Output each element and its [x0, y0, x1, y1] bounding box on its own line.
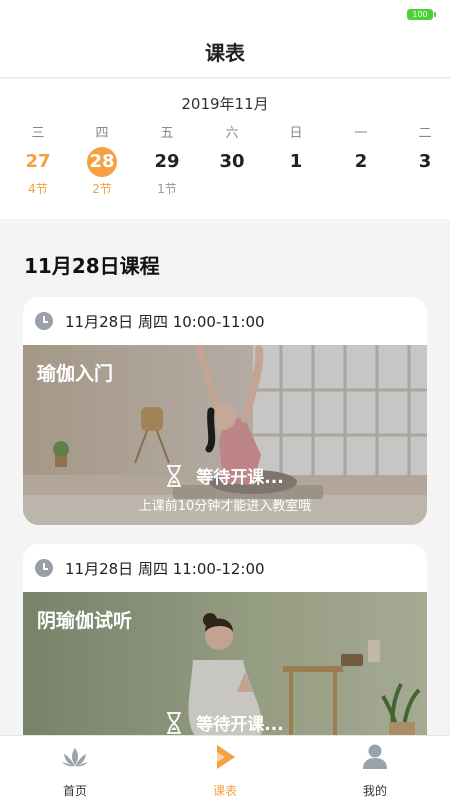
- calendar-day-27[interactable]: 三 27 4节: [13, 125, 63, 197]
- date-number: 2: [354, 151, 368, 172]
- hourglass-icon: [167, 465, 182, 487]
- course-card[interactable]: 11月28日 周四 10:00-11:00 瑜伽入门 等待开课... 上课前10…: [23, 297, 427, 525]
- tab-label: 课表: [212, 784, 237, 798]
- course-cover-image[interactable]: 瑜伽入门 等待开课... 上课前10分钟才能进入教室哦: [23, 345, 427, 525]
- class-count: [400, 181, 450, 197]
- weekday-label: 二: [418, 126, 432, 141]
- class-count: 1节: [157, 182, 177, 196]
- date-number: 27: [25, 151, 51, 172]
- week-calendar: 2019年11月 三 27 4节 四 28 2节 五 29 1节 六 30 日 …: [0, 79, 450, 219]
- waiting-status: 等待开课...: [23, 463, 427, 488]
- course-card[interactable]: 11月28日 周四 11:00-12:00 阴瑜伽试听 等待开课...: [23, 544, 427, 735]
- date-number: 3: [418, 151, 432, 172]
- app-header: 课表: [0, 28, 450, 78]
- page-title: 课表: [205, 41, 245, 65]
- status-bar: 100: [0, 0, 450, 28]
- class-count: [336, 181, 386, 197]
- user-icon: [363, 744, 387, 769]
- course-cover-image[interactable]: 阴瑜伽试听 等待开课...: [23, 592, 427, 735]
- waiting-text: 等待开课...: [196, 468, 284, 488]
- waiting-status: 等待开课...: [23, 710, 427, 735]
- date-number: 1: [289, 151, 303, 172]
- weekday-label: 一: [354, 126, 368, 141]
- entry-hint: 上课前10分钟才能进入教室哦: [138, 499, 312, 514]
- clock-icon: [35, 559, 53, 577]
- tab-home[interactable]: 首页: [35, 742, 115, 799]
- date-number-selected: 28: [87, 147, 117, 177]
- course-time-row: 11月28日 周四 10:00-11:00: [23, 297, 427, 345]
- tab-label: 我的: [362, 784, 387, 798]
- calendar-day-30[interactable]: 六 30: [207, 125, 257, 197]
- calendar-day-3[interactable]: 二 3: [400, 125, 450, 197]
- waiting-text: 等待开课...: [196, 715, 284, 735]
- lotus-icon: [62, 748, 88, 767]
- weekday-label: 四: [95, 126, 109, 141]
- section-title: 11月28日课程: [24, 254, 160, 278]
- tab-schedule[interactable]: 课表: [185, 742, 265, 799]
- course-time: 11月28日 周四 10:00-11:00: [65, 312, 265, 331]
- clock-icon: [35, 312, 53, 330]
- course-name: 瑜伽入门: [37, 363, 114, 385]
- date-number: 29: [154, 151, 180, 172]
- class-count: 4节: [28, 182, 48, 196]
- calendar-days: 三 27 4节 四 28 2节 五 29 1节 六 30 日 1 一 2 二 3: [0, 125, 450, 215]
- course-name: 阴瑜伽试听: [37, 610, 133, 632]
- play-icon: [217, 745, 235, 769]
- date-number: 30: [219, 151, 245, 172]
- weekday-label: 三: [31, 126, 45, 141]
- calendar-month: 2019年11月: [181, 95, 269, 113]
- hourglass-icon: [167, 712, 182, 734]
- bottom-tab-bar: 首页 课表 我的: [0, 735, 450, 800]
- calendar-day-1[interactable]: 日 1: [271, 125, 321, 197]
- battery-icon: 100: [407, 9, 436, 20]
- class-count: [271, 181, 321, 197]
- weekday-label: 五: [160, 126, 174, 141]
- class-count: 2节: [92, 182, 112, 196]
- calendar-day-29[interactable]: 五 29 1节: [142, 125, 192, 197]
- calendar-day-2[interactable]: 一 2: [336, 125, 386, 197]
- weekday-label: 日: [289, 126, 303, 141]
- course-time-row: 11月28日 周四 11:00-12:00: [23, 544, 427, 592]
- tab-label: 首页: [62, 784, 87, 798]
- tab-mine[interactable]: 我的: [335, 742, 415, 799]
- weekday-label: 六: [225, 126, 239, 141]
- calendar-day-28[interactable]: 四 28 2节: [77, 125, 127, 197]
- class-count: [207, 181, 257, 197]
- course-time: 11月28日 周四 11:00-12:00: [65, 559, 265, 578]
